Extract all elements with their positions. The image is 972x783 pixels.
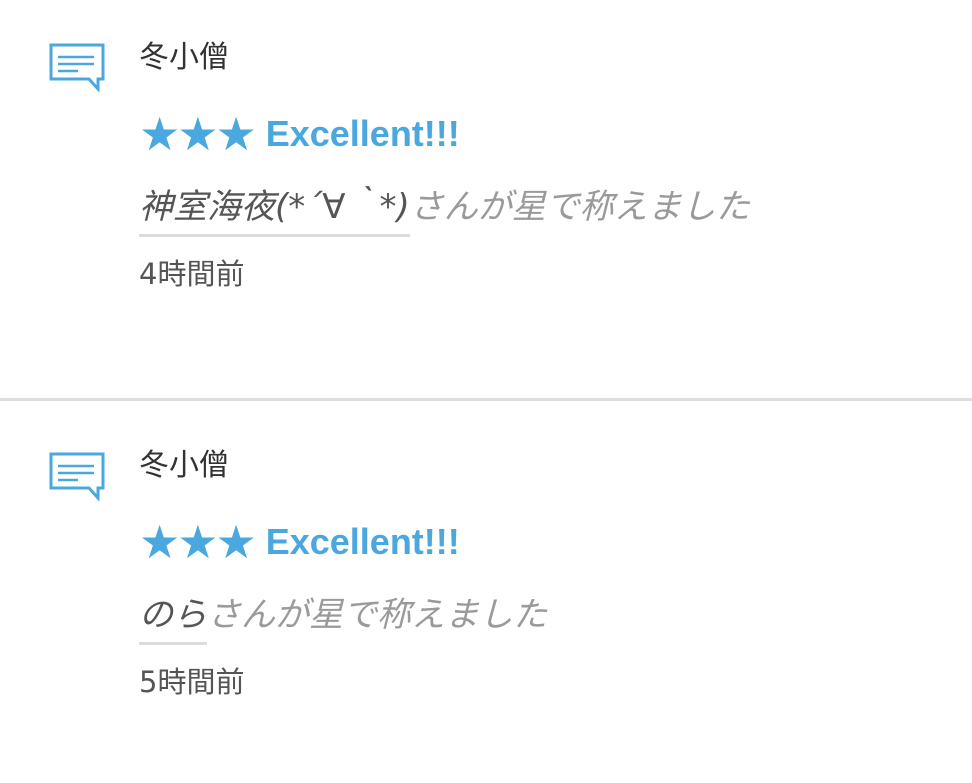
speech-bubble-icon: [49, 452, 105, 501]
notification-item[interactable]: 冬小僧 ★★★ Excellent!!! 神室海夜(*´∀｀*)さんが星で称えま…: [0, 0, 972, 399]
notification-item[interactable]: 冬小僧 ★★★ Excellent!!! のらさんが星で称えました 5時間前: [0, 401, 972, 783]
actor-link[interactable]: のら: [139, 588, 207, 645]
star-rating: ★★★ Excellent!!!: [139, 518, 952, 566]
username[interactable]: 冬小僧: [139, 446, 952, 486]
message-text: さんが星で称えました: [207, 595, 547, 635]
rating-label: Excellent!!!: [265, 521, 460, 562]
message-text: さんが星で称えました: [409, 187, 750, 227]
stars-icon: ★★★: [139, 107, 257, 161]
timestamp: 4時間前: [139, 257, 245, 291]
stars-icon: ★★★: [139, 515, 257, 569]
notification-message: 神室海夜(*´∀｀*)さんが星で称えました: [139, 180, 952, 240]
actor-link[interactable]: 神室海夜(*´∀｀*): [139, 180, 410, 237]
star-rating: ★★★ Excellent!!!: [139, 110, 952, 158]
username[interactable]: 冬小僧: [139, 38, 952, 78]
rating-label: Excellent!!!: [265, 113, 460, 154]
speech-bubble-icon: [49, 43, 105, 92]
timestamp: 5時間前: [139, 665, 245, 699]
notification-message: のらさんが星で称えました: [139, 588, 952, 648]
notification-content: 冬小僧 ★★★ Excellent!!! のらさんが星で称えました 5時間前: [139, 446, 952, 702]
notification-content: 冬小僧 ★★★ Excellent!!! 神室海夜(*´∀｀*)さんが星で称えま…: [139, 38, 952, 294]
